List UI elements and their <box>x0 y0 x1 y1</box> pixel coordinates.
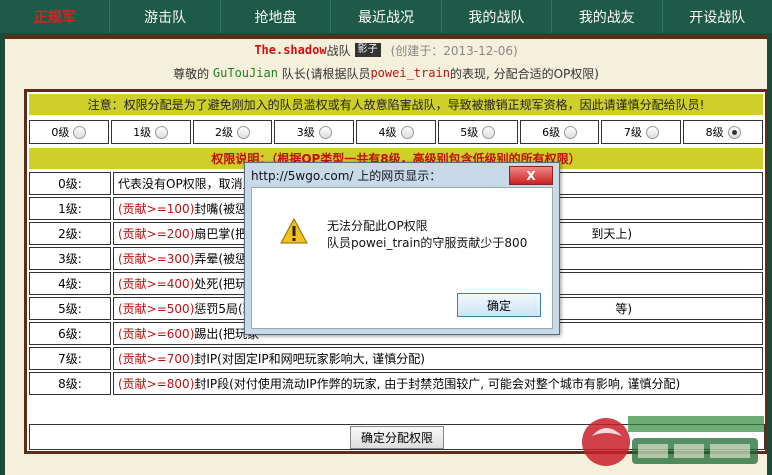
level-option-4[interactable]: 4级 <box>356 120 436 144</box>
nav-item-recent-battles[interactable]: 最近战况 <box>331 0 442 33</box>
team-created-date: (创建于：2013-12-06) <box>390 43 518 58</box>
greeting-prefix: 尊敬的 <box>173 66 210 81</box>
radio-button-selected[interactable] <box>727 125 741 139</box>
table-row: 7级: (贡献>=700) 封IP(对固定IP和网吧玩家影响大, 谨慎分配) <box>29 347 763 370</box>
level-radio-group: 0级 1级 2级 3级 4级 5级 6级 7级 8级 <box>29 120 764 144</box>
level-label: 3级 <box>296 126 315 139</box>
row-level: 3级: <box>29 247 111 270</box>
top-nav: 正规军 游击队 抢地盘 最近战况 我的战队 我的战友 开设战队 <box>0 0 772 33</box>
dialog-ok-button[interactable]: 确定 <box>457 293 541 317</box>
row-condition: (贡献>=200) <box>118 227 195 241</box>
row-level: 2级: <box>29 222 111 245</box>
row-condition: (贡献>=300) <box>118 252 195 266</box>
row-text: 代表没有OP权限，取消此 <box>118 177 255 191</box>
level-option-8[interactable]: 8级 <box>683 120 764 144</box>
dialog-message-line2: 队员powei_train的守服贡献少于800 <box>327 236 528 250</box>
row-condition: (贡献>=400) <box>118 277 195 291</box>
row-tail: 到天上) <box>591 227 632 241</box>
leader-name: GuTouJian <box>212 66 278 80</box>
row-level: 1级: <box>29 197 111 220</box>
nav-item-regular-army[interactable]: 正规军 <box>0 0 111 33</box>
row-text: 封IP(对固定IP和网吧玩家影响大, 谨慎分配) <box>194 352 425 366</box>
radio-button[interactable] <box>236 125 250 139</box>
level-label: 4级 <box>378 126 397 139</box>
level-option-0[interactable]: 0级 <box>29 120 109 144</box>
radio-button[interactable] <box>73 125 87 139</box>
level-label: 0级 <box>51 126 70 139</box>
member-name: powei_train <box>370 66 450 80</box>
nav-item-territory[interactable]: 抢地盘 <box>221 0 332 33</box>
level-label: 8级 <box>705 126 724 139</box>
radio-button[interactable] <box>645 125 659 139</box>
nav-item-guerrilla[interactable]: 游击队 <box>110 0 221 33</box>
row-level: 5级: <box>29 297 111 320</box>
assign-permission-button[interactable]: 确定分配权限 <box>349 425 444 449</box>
team-logo-badge: 影子 <box>354 43 381 57</box>
nav-item-my-team[interactable]: 我的战队 <box>442 0 553 33</box>
radio-button[interactable] <box>318 125 332 139</box>
nav-item-create-team[interactable]: 开设战队 <box>663 0 772 33</box>
row-level: 6级: <box>29 322 111 345</box>
level-label: 1级 <box>133 126 152 139</box>
row-description: (贡献>=700) 封IP(对固定IP和网吧玩家影响大, 谨慎分配) <box>113 347 763 370</box>
level-option-5[interactable]: 5级 <box>437 120 518 144</box>
row-condition: (贡献>=600) <box>118 327 195 341</box>
leader-instruction: 尊敬的 GuTouJian 队长(请根据队员 powei_train 的表现, … <box>5 63 767 83</box>
row-level: 4级: <box>29 272 111 295</box>
team-name[interactable]: The.shadow <box>254 43 326 57</box>
row-level: 7级: <box>29 347 111 370</box>
level-label: 6级 <box>542 126 561 139</box>
warning-icon <box>280 218 308 244</box>
level-option-7[interactable]: 7级 <box>601 120 682 144</box>
level-option-3[interactable]: 3级 <box>274 120 355 144</box>
level-option-6[interactable]: 6级 <box>519 120 600 144</box>
radio-button[interactable] <box>482 125 496 139</box>
table-row: 8级: (贡献>=800) 封IP段(对付使用流动IP作弊的玩家, 由于封禁范围较广… <box>29 372 763 395</box>
level-label: 5级 <box>460 126 479 139</box>
leader-role: 队长(请根据队员 <box>281 66 371 81</box>
row-level: 8级: <box>29 372 111 395</box>
instruction-suffix: 的表现, 分配合适的OP权限) <box>449 66 599 81</box>
dialog-body: 无法分配此OP权限 队员powei_train的守服贡献少于800 确定 <box>251 187 553 329</box>
level-label: 2级 <box>214 126 233 139</box>
row-condition: (贡献>=100) <box>118 202 195 216</box>
alert-dialog: http://5wgo.com/ 上的网页显示： X 无法分配此OP权限 队员p… <box>244 162 560 335</box>
row-condition: (贡献>=500) <box>118 302 195 316</box>
notice-banner: 注意：权限分配是为了避免刚加入的队员滥权或有人故意陷害战队，导致被撤销正规军资格… <box>29 94 763 115</box>
radio-button[interactable] <box>155 125 169 139</box>
dialog-message-line1: 无法分配此OP权限 <box>327 219 428 233</box>
level-option-1[interactable]: 1级 <box>110 120 191 144</box>
radio-button[interactable] <box>564 125 578 139</box>
dialog-message: 无法分配此OP权限 队员powei_train的守服贡献少于800 <box>327 218 527 252</box>
level-option-2[interactable]: 2级 <box>192 120 273 144</box>
nav-item-my-comrades[interactable]: 我的战友 <box>552 0 663 33</box>
radio-button[interactable] <box>400 125 414 139</box>
row-condition: (贡献>=700) <box>118 352 195 366</box>
level-label: 7级 <box>623 126 642 139</box>
team-suffix: 战队 <box>326 43 351 58</box>
row-level: 0级: <box>29 172 111 195</box>
row-condition: (贡献>=800) <box>118 377 195 391</box>
dialog-close-button[interactable]: X <box>509 166 553 185</box>
team-header: The.shadow 战队 影子 (创建于：2013-12-06) <box>5 39 767 61</box>
row-text: 封IP段(对付使用流动IP作弊的玩家, 由于封禁范围较广, 可能会对整个城市有影… <box>194 377 681 391</box>
row-tail: 等) <box>615 302 632 316</box>
site-logo <box>582 416 764 466</box>
row-description: (贡献>=800) 封IP段(对付使用流动IP作弊的玩家, 由于封禁范围较广, 可… <box>113 372 763 395</box>
